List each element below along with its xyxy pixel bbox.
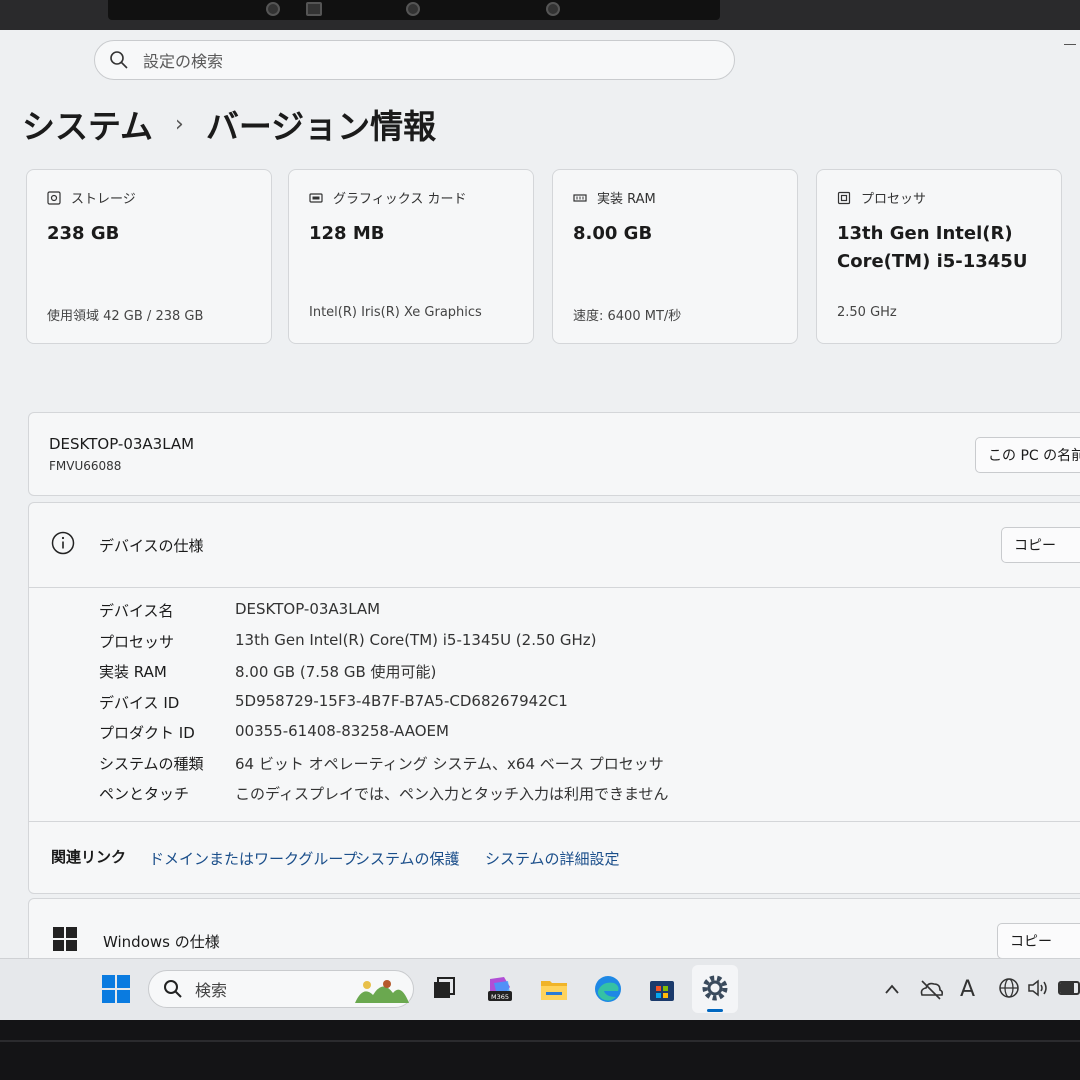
spec-key: デバイス ID: [99, 694, 180, 712]
spec-value: 5D958729-15F3-4B7F-B7A5-CD68267942C1: [235, 692, 568, 710]
spec-row: ペンとタッチ このディスプレイでは、ペン入力とタッチ入力は利用できません: [99, 783, 669, 804]
spec-row: プロダクト ID 00355-61408-83258-AAOEM: [99, 722, 449, 743]
system-protection-link[interactable]: システムの保護: [355, 848, 460, 869]
processor-icon: [837, 191, 851, 204]
spec-key: システムの種類: [99, 755, 204, 773]
device-spec-panel: デバイスの仕様 コピー デバイス名 DESKTOP-03A3LAM プロセッサ 13…: [28, 502, 1080, 894]
spec-value: このディスプレイでは、ペン入力とタッチ入力は利用できません: [235, 785, 669, 803]
breadcrumb-parent[interactable]: システム: [22, 100, 153, 148]
settings-search-box[interactable]: 設定の検索: [94, 40, 735, 80]
spec-value: 00355-61408-83258-AAOEM: [235, 722, 449, 740]
device-name-panel: DESKTOP-03A3LAM FMVU66088 この PC の名前を変更: [28, 412, 1080, 496]
domain-workgroup-link[interactable]: ドメインまたはワークグループ: [149, 848, 358, 869]
page-title: バージョン情報: [205, 107, 437, 146]
volume-icon[interactable]: [1026, 977, 1050, 999]
device-spec-title[interactable]: デバイスの仕様: [99, 535, 204, 556]
breadcrumb: システム › バージョン情報: [22, 100, 436, 148]
edge-icon[interactable]: [592, 973, 624, 1005]
search-icon: [164, 980, 182, 998]
spec-value: 13th Gen Intel(R) Core(TM) i5-1345U (2.5…: [235, 631, 597, 649]
device-model: FMVU66088: [49, 459, 122, 473]
spec-row: システムの種類 64 ビット オペレーティング システム、x64 ベース プロセッ…: [99, 753, 664, 774]
card-title: プロセッサ: [861, 192, 927, 207]
settings-window: 設定の検索 システム › バージョン情報 ストレージ 238 GB 使用領域 4…: [0, 30, 1080, 958]
settings-icon: [702, 975, 728, 1001]
minimize-button[interactable]: [1064, 44, 1076, 45]
spec-key: 実装 RAM: [99, 663, 167, 681]
sensor-icon: [266, 2, 280, 16]
m365-copilot-icon[interactable]: M365: [484, 973, 516, 1005]
active-app-indicator: [707, 1009, 723, 1012]
network-icon[interactable]: [998, 977, 1020, 999]
spec-row: デバイス名 DESKTOP-03A3LAM: [99, 600, 380, 621]
taskbar-search-box[interactable]: 検索: [148, 970, 414, 1008]
rename-pc-button[interactable]: この PC の名前を変更: [975, 437, 1080, 473]
taskbar-search-placeholder: 検索: [195, 981, 228, 1000]
task-view-icon[interactable]: [428, 973, 460, 1005]
advanced-system-settings-link[interactable]: システムの詳細設定: [485, 848, 620, 869]
spec-key: プロセッサ: [99, 633, 175, 651]
processor-card[interactable]: プロセッサ 13th Gen Intel(R) Core(TM) i5-1345…: [816, 169, 1062, 344]
copy-device-spec-button[interactable]: コピー: [1001, 527, 1080, 563]
card-sub: 使用領域 42 GB / 238 GB: [47, 309, 204, 324]
camera-strip: [108, 0, 720, 20]
spec-key: ペンとタッチ: [99, 785, 190, 803]
bezel-edge: [0, 1040, 1080, 1042]
spec-key: デバイス名: [99, 602, 174, 620]
microsoft-store-icon[interactable]: [646, 973, 678, 1005]
storage-icon: [47, 190, 61, 205]
search-highlight-icon: [355, 980, 409, 1003]
copy-windows-spec-button[interactable]: コピー: [997, 923, 1080, 958]
bezel-top: [0, 0, 1080, 30]
search-placeholder: 設定の検索: [143, 52, 224, 71]
card-sub: Intel(R) Iris(R) Xe Graphics: [309, 305, 482, 320]
card-title: グラフィックス カード: [333, 192, 467, 207]
bezel-bottom: [0, 1020, 1080, 1080]
card-title: 実装 RAM: [597, 192, 656, 207]
sensor-icon: [546, 2, 560, 16]
battery-icon[interactable]: [1058, 981, 1080, 995]
spec-key: プロダクト ID: [99, 724, 195, 742]
card-value: 128 MB: [309, 223, 385, 244]
card-value: 8.00 GB: [573, 223, 653, 244]
card-sub: 速度: 6400 MT/秒: [573, 309, 682, 324]
graphics-card-card[interactable]: グラフィックス カード 128 MB Intel(R) Iris(R) Xe G…: [288, 169, 534, 344]
taskbar: 検索 M365 A: [0, 958, 1080, 1020]
camera-icon: [306, 2, 322, 16]
graphics-card-icon: [309, 192, 323, 203]
spec-row: プロセッサ 13th Gen Intel(R) Core(TM) i5-1345U…: [99, 631, 596, 652]
spec-value: 64 ビット オペレーティング システム、x64 ベース プロセッサ: [235, 755, 664, 773]
device-name: DESKTOP-03A3LAM: [49, 435, 195, 453]
onedrive-icon[interactable]: [918, 975, 944, 1003]
info-icon: [51, 531, 75, 555]
windows-logo-icon: [53, 927, 77, 951]
breadcrumb-separator: ›: [175, 111, 184, 137]
spec-value: DESKTOP-03A3LAM: [235, 600, 381, 618]
file-explorer-icon[interactable]: [538, 973, 570, 1005]
card-value: 13th Gen Intel(R) Core(TM) i5-1345U: [837, 223, 1028, 272]
spec-row: デバイス ID 5D958729-15F3-4B7F-B7A5-CD6826794…: [99, 692, 568, 713]
windows-spec-panel: Windows の仕様 コピー: [28, 898, 1080, 958]
device-spec-body: デバイス名 DESKTOP-03A3LAM プロセッサ 13th Gen Intel…: [29, 587, 1080, 803]
storage-card[interactable]: ストレージ 238 GB 使用領域 42 GB / 238 GB: [26, 169, 272, 344]
card-sub: 2.50 GHz: [837, 305, 897, 320]
ime-indicator[interactable]: A: [960, 977, 975, 1002]
card-value: 238 GB: [47, 223, 120, 244]
sensor-icon: [406, 2, 420, 16]
chevron-up-icon[interactable]: [882, 975, 902, 1003]
spec-value: 8.00 GB (7.58 GB 使用可能): [235, 663, 437, 681]
ram-icon: [573, 193, 587, 202]
start-icon[interactable]: [100, 973, 132, 1005]
ram-card[interactable]: 実装 RAM 8.00 GB 速度: 6400 MT/秒: [552, 169, 798, 344]
related-links: 関連リンク ドメインまたはワークグループ システムの保護 システムの詳細設定: [29, 821, 1080, 893]
search-icon: [110, 51, 128, 69]
settings-app-tile[interactable]: [692, 965, 738, 1013]
svg-text:M365: M365: [491, 993, 509, 1001]
spec-row: 実装 RAM 8.00 GB (7.58 GB 使用可能): [99, 661, 436, 682]
windows-spec-title[interactable]: Windows の仕様: [103, 931, 220, 952]
related-links-label: 関連リンク: [51, 848, 127, 866]
card-title: ストレージ: [71, 192, 136, 207]
